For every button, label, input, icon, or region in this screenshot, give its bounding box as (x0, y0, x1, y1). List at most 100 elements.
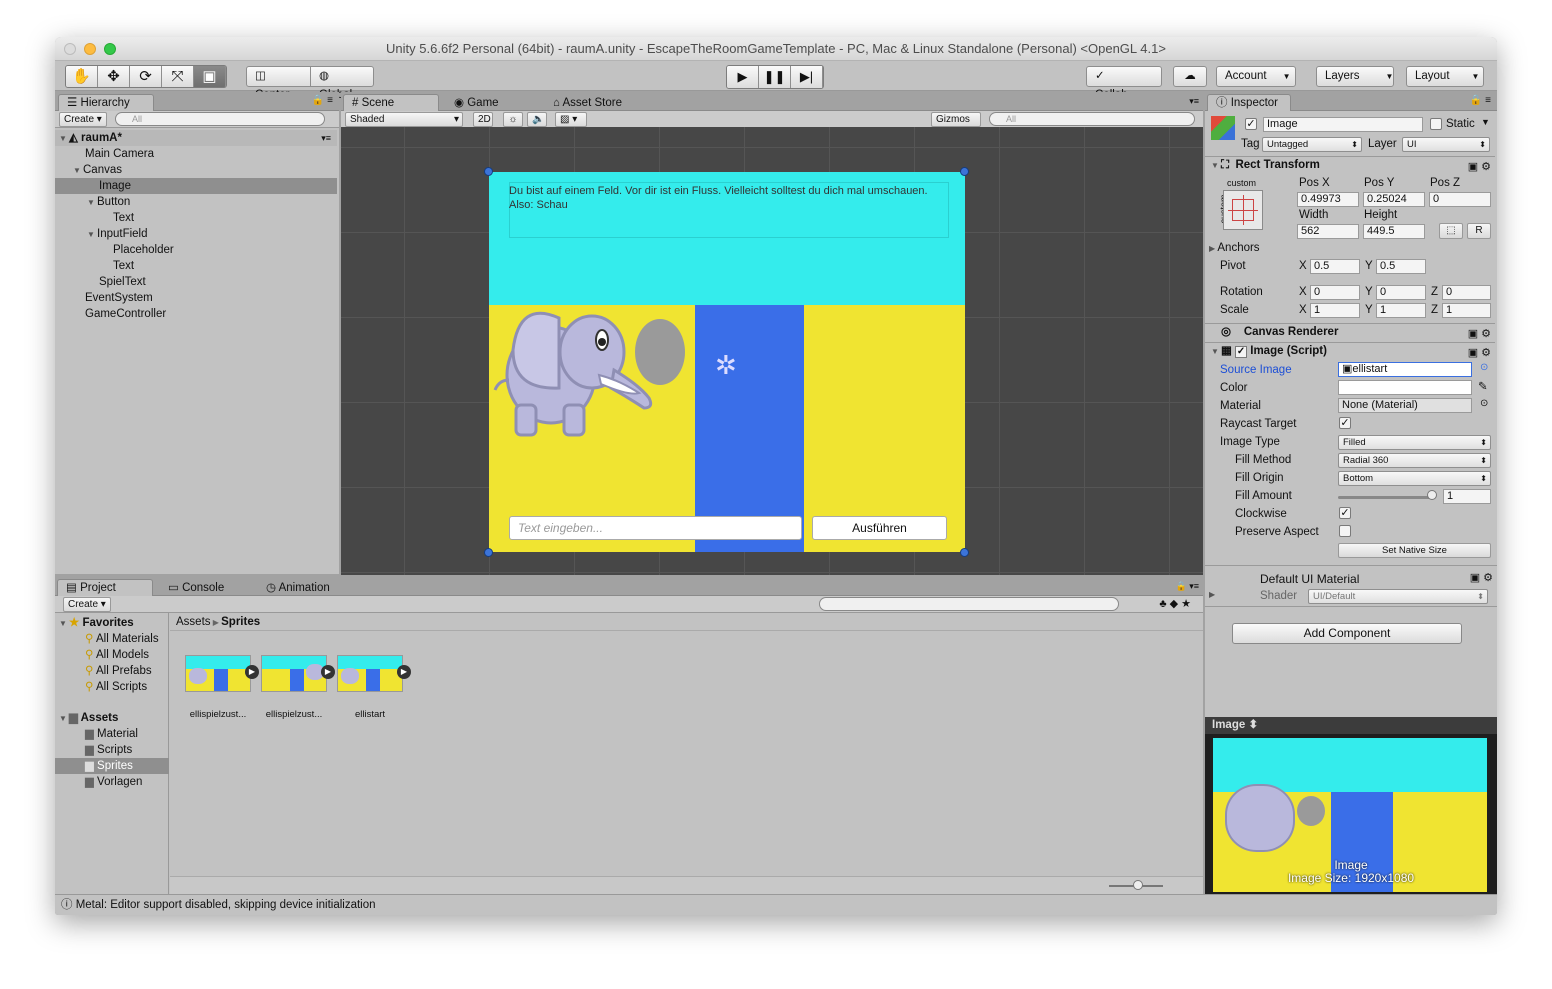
material-picker-icon[interactable]: ⊙ (1480, 398, 1488, 409)
rect-handle-bottom-left[interactable] (484, 548, 493, 557)
step-icon[interactable]: ▶| (791, 66, 823, 88)
hierarchy-item-gamecontroller[interactable]: GameController (55, 306, 337, 322)
minimize-window-button[interactable] (84, 43, 96, 55)
asset-thumbnail-2[interactable] (261, 655, 327, 692)
favorite-all-materials[interactable]: ⚲ All Materials (55, 631, 169, 647)
tab-game[interactable]: ◉ Game (445, 94, 535, 111)
rect-handle-top-left[interactable] (484, 167, 493, 176)
hand-tool-icon[interactable]: ✋ (66, 66, 98, 87)
blueprint-mode-icon[interactable]: ⬚ (1439, 223, 1463, 239)
rotate-tool-icon[interactable]: ⟳ (130, 66, 162, 87)
expand-arrow-icon[interactable]: ▼ (59, 131, 69, 147)
breadcrumb-sprites[interactable]: Sprites (221, 616, 260, 628)
asset-thumbnail-1[interactable] (185, 655, 251, 692)
anchors-foldout[interactable]: ▶ Anchors (1209, 242, 1260, 254)
pivot-y-input[interactable]: 0.5 (1376, 259, 1426, 274)
tab-asset-store[interactable]: ⌂ Asset Store (544, 94, 654, 111)
scene-viewport[interactable]: Du bist auf einem Feld. Vor dir ist ein … (341, 127, 1203, 575)
tab-console[interactable]: ▭ Console (159, 579, 249, 596)
favorites-item[interactable]: ▼ ★ Favorites (55, 615, 169, 631)
fill-amount-slider-handle[interactable] (1427, 490, 1437, 500)
component-settings-icon[interactable]: ▣ ⚙ (1468, 345, 1491, 362)
hierarchy-item-spieltext[interactable]: SpielText (55, 274, 337, 290)
expand-arrow-icon[interactable]: ▼ (87, 195, 97, 211)
folder-sprites[interactable]: ▆ Sprites (55, 758, 169, 774)
cloud-button[interactable]: ☁ (1173, 66, 1207, 87)
folder-material[interactable]: ▆ Material (55, 726, 169, 742)
lighting-icon[interactable]: ☼ (503, 112, 523, 127)
pivot-global-button[interactable]: ◍ Global (310, 66, 374, 101)
width-input[interactable]: 562 (1297, 224, 1359, 239)
scale-x-input[interactable]: 1 (1310, 303, 1360, 318)
static-dropdown-icon[interactable]: ▼ (1481, 117, 1490, 127)
collapse-arrow-icon[interactable]: ▼ (1211, 343, 1221, 360)
preserve-aspect-checkbox[interactable] (1339, 525, 1351, 537)
folder-scripts[interactable]: ▆ Scripts (55, 742, 169, 758)
fill-method-dropdown[interactable]: Radial 360 (1338, 453, 1491, 468)
layout-dropdown[interactable]: Layout ▼ (1406, 66, 1484, 87)
scale-y-input[interactable]: 1 (1376, 303, 1426, 318)
rect-handle-top-right[interactable] (960, 167, 969, 176)
project-lock-icon[interactable]: 🔒 ▾≡ (1176, 581, 1199, 592)
rect-handle-bottom-right[interactable] (960, 548, 969, 557)
hierarchy-create-button[interactable]: Create ▾ (59, 112, 107, 127)
expand-arrow-icon[interactable]: ▼ (87, 227, 97, 243)
static-checkbox[interactable] (1430, 118, 1442, 130)
pos-z-input[interactable]: 0 (1429, 192, 1491, 207)
favorite-all-scripts[interactable]: ⚲ All Scripts (55, 679, 169, 695)
lock-icon[interactable]: 🔒 ≡ (312, 95, 333, 106)
color-field[interactable] (1338, 380, 1472, 395)
tab-hierarchy[interactable]: ☰ Hierarchy (58, 94, 154, 111)
effects-icon[interactable]: ▨ ▾ (555, 112, 587, 127)
project-create-button[interactable]: Create ▾ (63, 597, 111, 612)
rotation-y-input[interactable]: 0 (1376, 285, 1426, 300)
canvas-renderer-header[interactable]: ◎ Canvas Renderer ▣ ⚙ (1205, 323, 1495, 341)
hierarchy-item-inputfield-text[interactable]: Text (55, 258, 337, 274)
expand-sprite-icon[interactable]: ▶ (245, 665, 259, 679)
expand-arrow-icon[interactable]: ▶ (1209, 590, 1215, 599)
tab-project[interactable]: ▤ Project (57, 579, 153, 596)
inspector-lock-icon[interactable]: 🔒 ≡ (1470, 95, 1491, 106)
hierarchy-item-placeholder[interactable]: Placeholder (55, 242, 337, 258)
expand-arrow-icon[interactable]: ▼ (59, 616, 69, 632)
audio-icon[interactable]: 🔈 (527, 112, 547, 127)
layer-dropdown[interactable]: UI (1402, 137, 1490, 152)
pivot-x-input[interactable]: 0.5 (1310, 259, 1360, 274)
height-input[interactable]: 449.5 (1363, 224, 1425, 239)
filter-icons[interactable]: ♣ ◆ ★ (1159, 597, 1191, 610)
hierarchy-search-input[interactable]: All (115, 112, 325, 126)
clockwise-checkbox[interactable]: ✓ (1339, 507, 1351, 519)
fill-amount-slider[interactable] (1338, 496, 1432, 499)
image-type-dropdown[interactable]: Filled (1338, 435, 1491, 450)
rect-tool-icon[interactable]: ▣ (194, 66, 226, 87)
component-enabled-checkbox[interactable]: ✓ (1235, 346, 1248, 358)
panel-menu-icon[interactable]: ▾≡ (1189, 96, 1199, 107)
folder-vorlagen[interactable]: ▆ Vorlagen (55, 774, 169, 790)
expand-sprite-icon[interactable]: ▶ (397, 665, 411, 679)
pos-x-input[interactable]: 0.49973 (1297, 192, 1359, 207)
raw-edit-button[interactable]: R (1467, 223, 1491, 239)
hierarchy-item-button[interactable]: ▼ Button (55, 194, 337, 210)
scene-root-item[interactable]: ▼ ◭ raumA* ▾≡ (55, 130, 337, 146)
component-settings-icon[interactable]: ▣ ⚙ (1470, 571, 1493, 584)
anchor-preset-button[interactable] (1223, 190, 1263, 230)
material-field[interactable]: None (Material) (1338, 398, 1472, 413)
gizmos-dropdown[interactable]: Gizmos ▾ (931, 112, 981, 139)
layers-dropdown[interactable]: Layers ▼ (1316, 66, 1394, 87)
collab-button[interactable]: ✓ Collab▼ (1086, 66, 1162, 101)
shading-dropdown[interactable]: Shaded ▾ (345, 112, 463, 127)
fill-origin-dropdown[interactable]: Bottom (1338, 471, 1491, 486)
scale-z-input[interactable]: 1 (1442, 303, 1491, 318)
hierarchy-item-inputfield[interactable]: ▼ InputField (55, 226, 337, 242)
breadcrumb-assets[interactable]: Assets (176, 616, 211, 628)
pos-y-input[interactable]: 0.25024 (1363, 192, 1425, 207)
preview-header[interactable]: Image ⬍ (1205, 717, 1497, 734)
rotation-x-input[interactable]: 0 (1310, 285, 1360, 300)
hierarchy-item-canvas[interactable]: ▼ Canvas (55, 162, 337, 178)
pivot-center-button[interactable]: ◫ Center (246, 66, 311, 101)
rect-transform-header[interactable]: ▼ ⛶ Rect Transform ▣ ⚙ (1205, 156, 1495, 174)
project-search-input[interactable] (819, 597, 1119, 611)
assets-folder-item[interactable]: ▼ ▆ Assets (55, 710, 169, 726)
hierarchy-item-image[interactable]: Image (55, 178, 337, 194)
set-native-size-button[interactable]: Set Native Size (1338, 543, 1491, 558)
